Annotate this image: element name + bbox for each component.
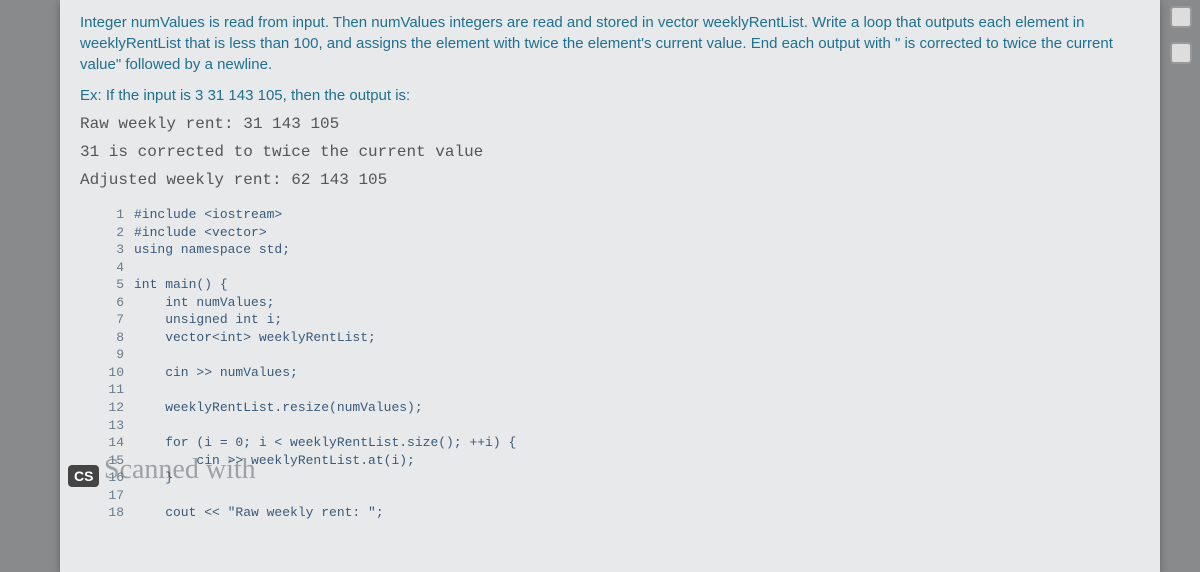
code-line: 5int main() { — [98, 276, 1140, 294]
code-line: 18 cout << "Raw weekly rent: "; — [98, 504, 1140, 522]
cs-badge: CS — [68, 465, 99, 487]
document-page: Integer numValues is read from input. Th… — [60, 0, 1160, 572]
code-line: 10 cin >> numValues; — [98, 364, 1140, 382]
arrow-icon: ↕ — [1168, 30, 1194, 42]
fullscreen-widget[interactable]: ↕ — [1168, 6, 1194, 66]
code-line: 6 int numValues; — [98, 294, 1140, 312]
code-line: 14 for (i = 0; i < weeklyRentList.size()… — [98, 434, 1140, 452]
expand-bottom-icon — [1170, 42, 1192, 64]
code-line: 9 — [98, 346, 1140, 364]
code-line: 1#include <iostream> — [98, 206, 1140, 224]
code-line: 3using namespace std; — [98, 241, 1140, 259]
code-line: 12 weeklyRentList.resize(numValues); — [98, 399, 1140, 417]
example-output-line-2: 31 is corrected to twice the current val… — [80, 140, 1140, 164]
code-block: 1#include <iostream> 2#include <vector> … — [98, 206, 1140, 522]
problem-statement: Integer numValues is read from input. Th… — [80, 12, 1140, 75]
code-line: 2#include <vector> — [98, 224, 1140, 242]
code-line: 8 vector<int> weeklyRentList; — [98, 329, 1140, 347]
example-output-line-1: Raw weekly rent: 31 143 105 — [80, 112, 1140, 136]
code-line: 7 unsigned int i; — [98, 311, 1140, 329]
code-line: 15 cin >> weeklyRentList.at(i); — [98, 452, 1140, 470]
example-output-line-3: Adjusted weekly rent: 62 143 105 — [80, 168, 1140, 192]
code-line: 4 — [98, 259, 1140, 277]
expand-top-icon — [1170, 6, 1192, 28]
code-line: 11 — [98, 381, 1140, 399]
code-line: 17 — [98, 487, 1140, 505]
code-line: 16 } — [98, 469, 1140, 487]
example-label: Ex: If the input is 3 31 143 105, then t… — [80, 87, 1140, 104]
code-line: 13 — [98, 417, 1140, 435]
